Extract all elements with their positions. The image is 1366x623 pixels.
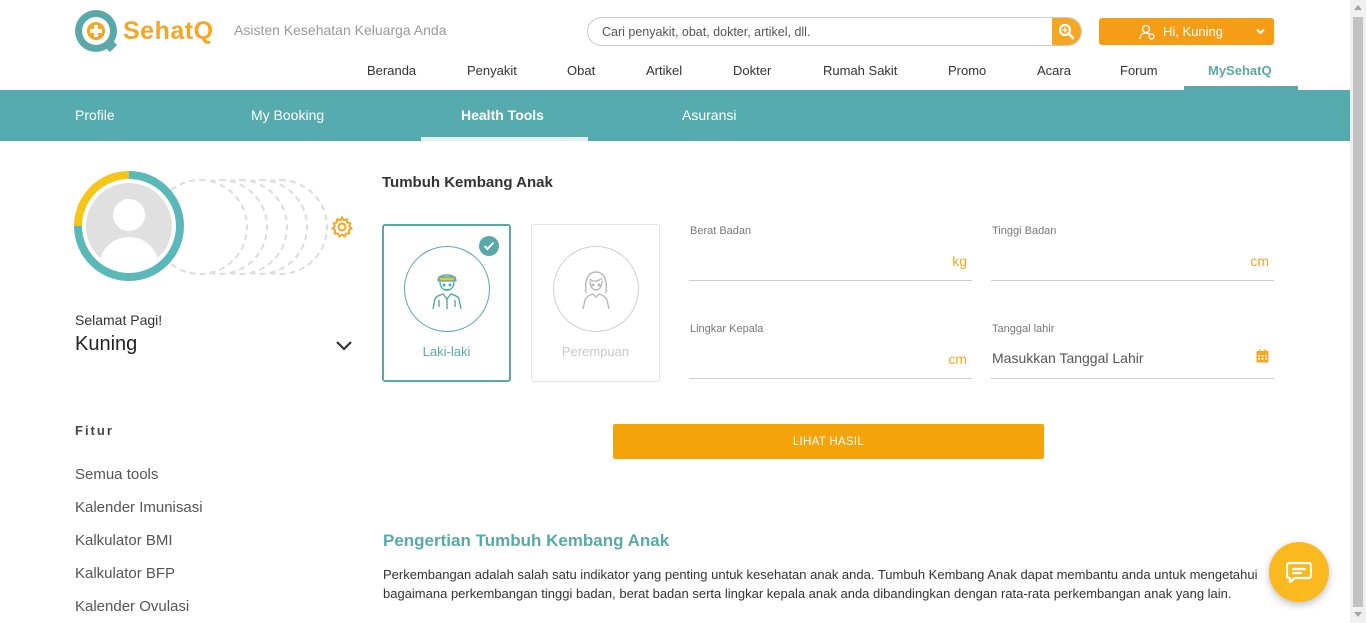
gender-option-female[interactable]: Perempuan xyxy=(531,224,660,382)
main-nav: Beranda Penyakit Obat Artikel Dokter Rum… xyxy=(0,63,1350,83)
greeting-text: Selamat Pagi! xyxy=(75,312,163,328)
nav-item-beranda[interactable]: Beranda xyxy=(367,63,416,78)
nav-item-dokter[interactable]: Dokter xyxy=(733,63,771,78)
scroll-down-icon[interactable] xyxy=(1354,612,1362,617)
scrollbar[interactable] xyxy=(1350,0,1366,623)
tab-active-indicator xyxy=(421,137,588,141)
gender-label-female: Perempuan xyxy=(561,344,630,359)
search-button[interactable] xyxy=(1052,18,1081,45)
tab-profile[interactable]: Profile xyxy=(75,107,115,123)
sidebar-item-kalkulator-bfp[interactable]: Kalkulator BFP xyxy=(75,565,203,598)
nav-item-penyakit[interactable]: Penyakit xyxy=(467,63,517,78)
height-unit: cm xyxy=(1250,253,1269,269)
chat-icon xyxy=(1286,561,1312,583)
sidebar-item-kalender-ovulasi[interactable]: Kalender Ovulasi xyxy=(75,598,203,623)
user-menu-label: Hi, Kuning xyxy=(1163,24,1223,39)
nav-item-forum[interactable]: Forum xyxy=(1120,63,1158,78)
tab-asuransi[interactable]: Asuransi xyxy=(682,107,736,123)
avatar[interactable] xyxy=(74,171,184,281)
height-label: Tinggi Badan xyxy=(992,225,1057,237)
nav-item-artikel[interactable]: Artikel xyxy=(646,63,682,78)
user-menu-button[interactable]: Hi, Kuning xyxy=(1099,18,1274,45)
nav-item-rumah-sakit[interactable]: Rumah Sakit xyxy=(823,63,897,78)
search-icon xyxy=(1058,23,1075,40)
head-circumference-label: Lingkar Kepala xyxy=(690,323,764,335)
sidebar-item-semua-tools[interactable]: Semua tools xyxy=(75,466,203,499)
logo-icon xyxy=(75,10,118,53)
birthdate-placeholder: Masukkan Tanggal Lahir xyxy=(992,350,1144,366)
gender-label-male: Laki-laki xyxy=(422,344,471,359)
avatar-placeholder-icon xyxy=(86,183,172,269)
tool-title: Tumbuh Kembang Anak xyxy=(382,174,553,191)
boy-icon xyxy=(404,246,490,332)
article-title: Pengertian Tumbuh Kembang Anak xyxy=(383,531,670,550)
chat-button[interactable] xyxy=(1269,542,1329,602)
nav-item-obat[interactable]: Obat xyxy=(567,63,595,78)
scrollbar-thumb[interactable] xyxy=(1353,17,1363,607)
search-bar xyxy=(587,17,1082,46)
submit-button[interactable]: LIHAT HASIL xyxy=(613,424,1044,459)
tab-my-booking[interactable]: My Booking xyxy=(251,107,324,123)
header: SehatQ Asisten Kesehatan Keluarga Anda C… xyxy=(0,0,1350,90)
article-body: Perkembangan adalah salah satu indikator… xyxy=(383,567,1258,601)
logo[interactable]: SehatQ xyxy=(75,10,214,53)
gender-option-male[interactable]: Laki-laki xyxy=(382,224,511,382)
page: SehatQ Asisten Kesehatan Keluarga Anda C… xyxy=(0,0,1366,623)
sidebar-item-kalkulator-bmi[interactable]: Kalkulator BMI xyxy=(75,532,203,565)
chevron-down-icon[interactable] xyxy=(335,340,353,352)
features-heading: Fitur xyxy=(75,423,114,438)
profile-avatar-area xyxy=(74,171,364,281)
chevron-down-icon xyxy=(1256,28,1265,35)
head-circumference-unit: cm xyxy=(948,351,967,367)
tab-health-tools[interactable]: Health Tools xyxy=(461,107,544,123)
username: Kuning xyxy=(75,333,138,355)
sidebar-item-kalender-imunisasi[interactable]: Kalender Imunisasi xyxy=(75,499,203,532)
height-field[interactable]: Tinggi Badan cm xyxy=(991,225,1274,281)
nav-item-mysehatq[interactable]: MySehatQ xyxy=(1208,63,1272,78)
head-circumference-field[interactable]: Lingkar Kepala cm xyxy=(689,323,972,379)
nav-item-promo[interactable]: Promo xyxy=(948,63,986,78)
tagline: Asisten Kesehatan Keluarga Anda xyxy=(234,22,447,38)
features-list: Semua tools Kalender Imunisasi Kalkulato… xyxy=(75,466,203,623)
scroll-up-icon[interactable] xyxy=(1354,5,1362,10)
sub-nav: Profile My Booking Health Tools Asuransi xyxy=(0,90,1350,141)
birthdate-field[interactable]: Tanggal lahir Masukkan Tanggal Lahir xyxy=(991,323,1274,379)
girl-icon xyxy=(553,246,639,332)
logo-text: SehatQ xyxy=(123,16,214,45)
check-icon xyxy=(479,236,499,256)
birthdate-label: Tanggal lahir xyxy=(992,323,1055,335)
gear-icon[interactable] xyxy=(330,215,354,239)
calendar-icon[interactable] xyxy=(1256,349,1269,363)
weight-field[interactable]: Berat Badan kg xyxy=(689,225,972,281)
weight-label: Berat Badan xyxy=(690,225,752,237)
weight-unit: kg xyxy=(952,253,967,269)
search-input[interactable] xyxy=(588,18,1054,45)
user-icon xyxy=(1139,24,1155,40)
nav-item-acara[interactable]: Acara xyxy=(1037,63,1071,78)
